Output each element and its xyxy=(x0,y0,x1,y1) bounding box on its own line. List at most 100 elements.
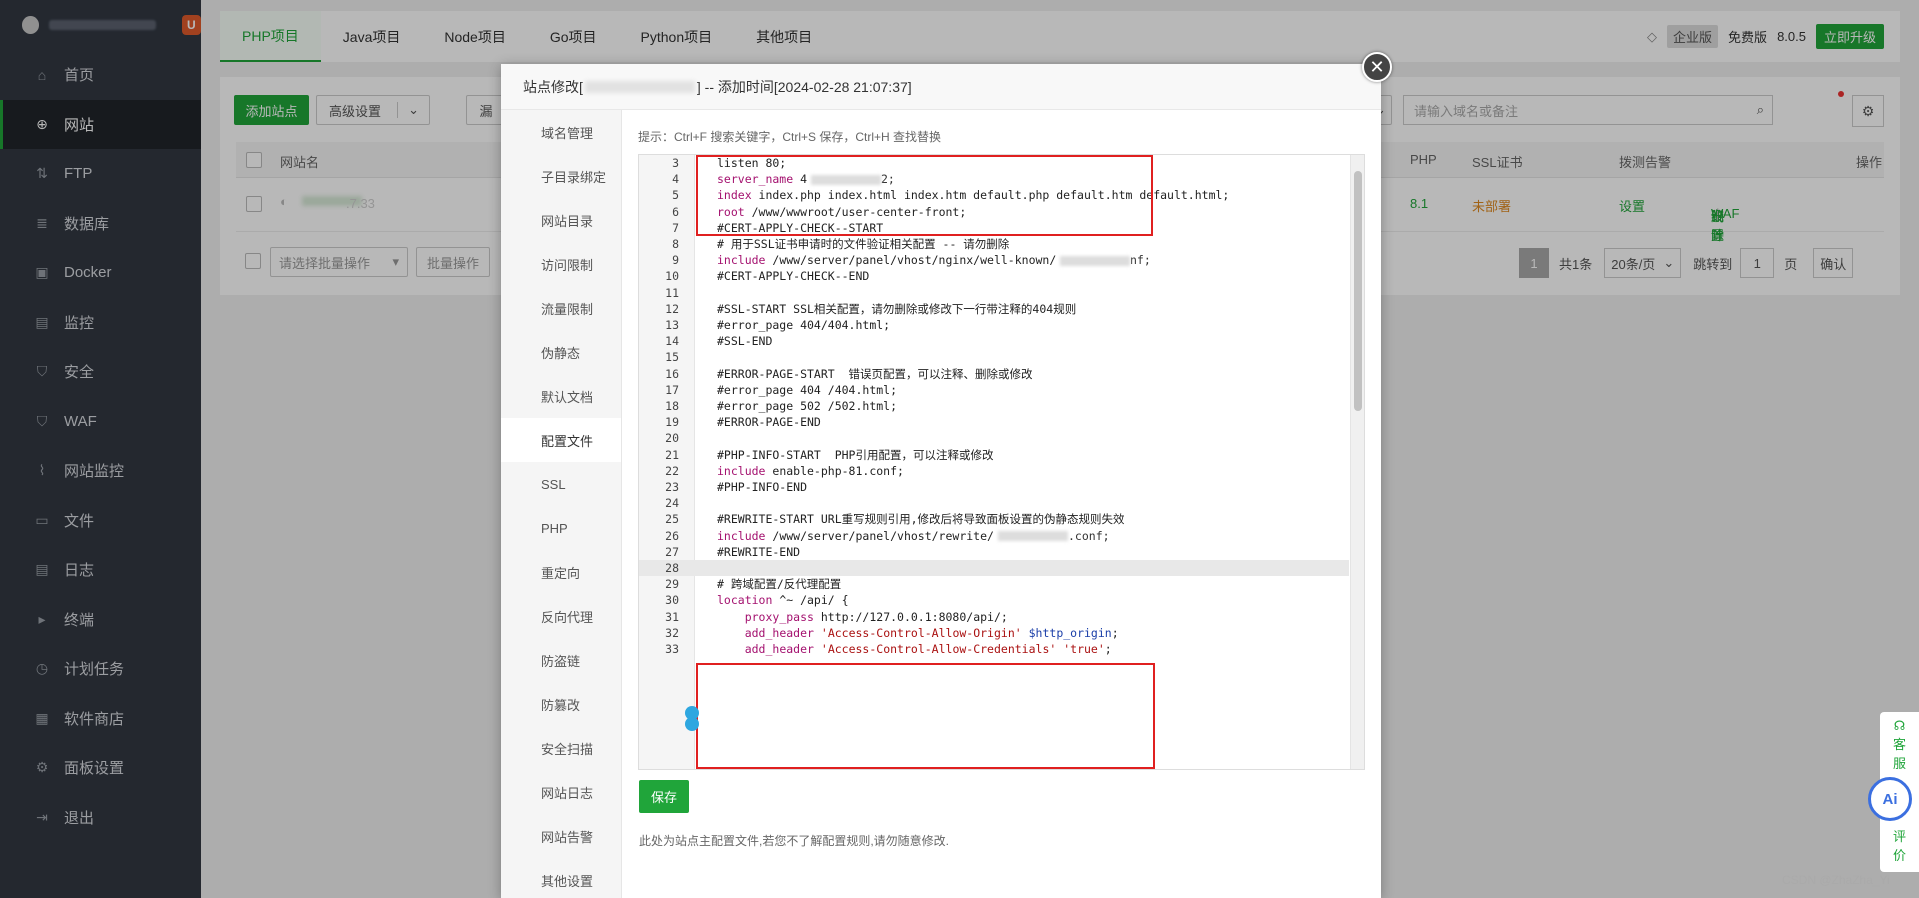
line-number: 27 xyxy=(665,544,679,559)
code-text: # 跨域配置/反代理配置 xyxy=(717,577,842,592)
gutter-marker-icon[interactable] xyxy=(685,717,699,731)
code-variable: $http_origin xyxy=(1028,625,1112,640)
service-label-1[interactable]: 客 xyxy=(1893,734,1906,753)
code-text: #SSL-START SSL相关配置，请勿删除或修改下一行带注释的404规则 xyxy=(717,301,1077,316)
line-number: 7 xyxy=(672,220,679,235)
code-string: 'Access-Control-Allow-Origin' xyxy=(820,625,1022,640)
code-text: #REWRITE-END xyxy=(717,544,801,559)
code-text: # 用于SSL证书申请时的文件验证相关配置 -- 请勿删除 xyxy=(717,237,1010,252)
editor-hint: 提示：Ctrl+F 搜索关键字，Ctrl+S 保存，Ctrl+H 查找替换 xyxy=(638,130,942,144)
code-line[interactable]: 23 #PHP-INFO-END xyxy=(639,479,1349,495)
config-editor[interactable]: 3 listen 80; 4 server_name 4 2; 5 index index.… xyxy=(638,154,1365,770)
modal-menu-item[interactable]: 伪静态 xyxy=(501,330,621,374)
code-line[interactable]: 33 add_header 'Access-Control-Allow-Cred… xyxy=(639,641,1349,657)
code-line[interactable]: 27 #REWRITE-END xyxy=(639,544,1349,560)
line-number: 22 xyxy=(665,463,679,478)
line-number: 29 xyxy=(665,577,679,592)
code-line[interactable]: 15 xyxy=(639,349,1349,365)
code-text: #REWRITE-START URL重写规则引用,修改后将导致面板设置的伪静态规… xyxy=(717,512,1125,527)
line-number: 26 xyxy=(665,528,679,543)
line-number: 32 xyxy=(665,625,679,640)
line-number: 3 xyxy=(672,156,679,171)
rate-label-1[interactable]: 评 xyxy=(1893,826,1906,845)
code-line[interactable]: 24 xyxy=(639,495,1349,511)
code-text: #ERROR-PAGE-START 错误页配置，可以注释、删除或修改 xyxy=(717,366,1033,381)
code-text: #error_page 502 /502.html; xyxy=(717,399,898,414)
highlight-box-bottom xyxy=(696,663,1155,769)
code-text: include /www/server/panel/vhost/rewrite/ xyxy=(717,528,994,543)
editor-scrollbar[interactable] xyxy=(1350,155,1364,769)
code-line[interactable]: 22 include enable-php-81.conf; xyxy=(639,463,1349,479)
save-button[interactable]: 保存 xyxy=(639,780,689,813)
code-text-tail: .conf; xyxy=(1068,528,1110,543)
headset-icon[interactable]: ☊ xyxy=(1894,718,1906,734)
modal-menu-item[interactable]: 重定向 xyxy=(501,550,621,594)
site-name-blurred xyxy=(584,80,695,93)
modal-menu-item[interactable]: 其他设置 xyxy=(501,858,621,898)
line-number: 4 xyxy=(672,172,679,187)
code-line[interactable]: 14 #SSL-END xyxy=(639,333,1349,349)
modal-menu-item[interactable]: 网站告警 xyxy=(501,814,621,858)
code-line[interactable]: 8 # 用于SSL证书申请时的文件验证相关配置 -- 请勿删除 xyxy=(639,236,1349,252)
modal-menu-item[interactable]: 安全扫描 xyxy=(501,726,621,770)
code-line[interactable]: 13 #error_page 404/404.html; xyxy=(639,317,1349,333)
line-number: 6 xyxy=(672,204,679,219)
modal-menu-item[interactable]: 配置文件 xyxy=(501,418,621,462)
highlight-box-top xyxy=(696,155,1153,236)
code-line[interactable]: 20 xyxy=(639,430,1349,446)
modal-menu-item[interactable]: 子目录绑定 xyxy=(501,154,621,198)
code-line[interactable]: 30 location ^~ /api/ { xyxy=(639,592,1349,608)
code-line[interactable]: 28 xyxy=(639,560,1349,577)
redacted-text xyxy=(1060,255,1130,266)
line-number: 19 xyxy=(665,415,679,430)
modal-menu-item[interactable]: 默认文档 xyxy=(501,374,621,418)
line-number: 33 xyxy=(665,642,679,657)
modal-menu-item[interactable]: 流量限制 xyxy=(501,286,621,330)
code-line[interactable]: 31 proxy_pass http://127.0.0.1:8080/api/… xyxy=(639,609,1349,625)
line-number: 31 xyxy=(665,609,679,624)
line-number: 13 xyxy=(665,318,679,333)
code-keyword: include xyxy=(717,253,766,268)
modal-menu-item[interactable]: 防篡改 xyxy=(501,682,621,726)
code-text: include /www/server/panel/vhost/nginx/we… xyxy=(717,253,1057,268)
modal-menu-item[interactable]: SSL xyxy=(501,462,621,506)
line-number: 23 xyxy=(665,480,679,495)
close-button[interactable]: ✕ xyxy=(1362,52,1392,82)
code-line[interactable]: 10 #CERT-APPLY-CHECK--END xyxy=(639,268,1349,284)
code-line[interactable]: 17 #error_page 404 /404.html; xyxy=(639,382,1349,398)
service-label-2[interactable]: 服 xyxy=(1893,753,1906,772)
code-keyword: location xyxy=(717,593,773,608)
code-text-tail: nf; xyxy=(1130,253,1151,268)
modal-menu-item[interactable]: 访问限制 xyxy=(501,242,621,286)
code-line[interactable]: 25 #REWRITE-START URL重写规则引用,修改后将导致面板设置的伪静… xyxy=(639,511,1349,527)
modal-menu-item[interactable]: 反向代理 xyxy=(501,594,621,638)
code-line[interactable]: 9 include /www/server/panel/vhost/nginx/w… xyxy=(639,252,1349,268)
scrollbar-thumb[interactable] xyxy=(1354,171,1362,411)
modal-title: 站点修改[ ] -- 添加时间[2024-02-28 21:07:37] xyxy=(501,64,1381,110)
code-text: #PHP-INFO-END xyxy=(717,480,808,495)
code-line[interactable]: 32 add_header 'Access-Control-Allow-Orig… xyxy=(639,625,1349,641)
code-line[interactable]: 18 #error_page 502 /502.html; xyxy=(639,398,1349,414)
code-text: #PHP-INFO-START PHP引用配置，可以注释或修改 xyxy=(717,447,994,462)
code-keyword: include xyxy=(717,463,766,478)
code-line[interactable]: 21 #PHP-INFO-START PHP引用配置，可以注释或修改 xyxy=(639,447,1349,463)
code-keyword: proxy_pass xyxy=(744,609,814,624)
code-string: 'Access-Control-Allow-Credentials' xyxy=(820,642,1057,657)
code-line[interactable]: 16 #ERROR-PAGE-START 错误页配置，可以注释、删除或修改 xyxy=(639,366,1349,382)
line-number: 8 xyxy=(672,237,679,252)
line-number: 18 xyxy=(665,399,679,414)
code-line[interactable]: 26 include /www/server/panel/vhost/rewrit… xyxy=(639,528,1349,544)
code-line[interactable]: 29 # 跨域配置/反代理配置 xyxy=(639,576,1349,592)
modal-menu-item[interactable]: 防盗链 xyxy=(501,638,621,682)
code-line[interactable]: 12 #SSL-START SSL相关配置，请勿删除或修改下一行带注释的404规则 xyxy=(639,301,1349,317)
rate-label-2[interactable]: 价 xyxy=(1893,845,1906,864)
code-keyword: add_header xyxy=(744,642,814,657)
modal-menu-item[interactable]: 域名管理 xyxy=(501,110,621,154)
code-text: #ERROR-PAGE-END xyxy=(717,415,821,430)
code-line[interactable]: 19 #ERROR-PAGE-END xyxy=(639,414,1349,430)
code-line[interactable]: 11 xyxy=(639,285,1349,301)
modal-menu-item[interactable]: 网站日志 xyxy=(501,770,621,814)
ai-assistant-button[interactable]: Ai xyxy=(1868,777,1912,821)
modal-menu-item[interactable]: PHP xyxy=(501,506,621,550)
modal-menu-item[interactable]: 网站目录 xyxy=(501,198,621,242)
